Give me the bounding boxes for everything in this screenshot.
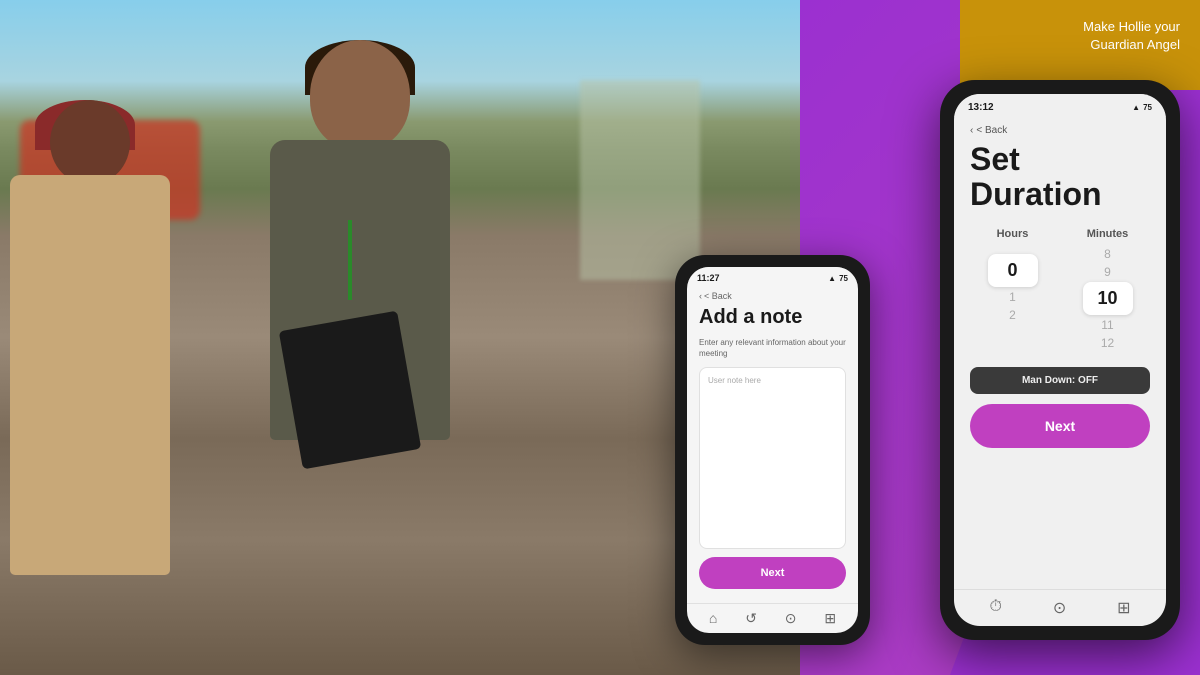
title-line2: Duration	[970, 177, 1150, 212]
minutes-item-below2: 12	[1101, 335, 1114, 351]
wifi-icon: ▲	[828, 274, 836, 283]
woman-figure	[0, 100, 200, 675]
minutes-scroll[interactable]: 8 9 10 11 12	[1083, 246, 1133, 351]
phone1-status-icons: ▲ 75	[828, 274, 848, 283]
hours-column: Hours 0 1 2	[970, 228, 1055, 351]
phone-1-mockup: 11:27 ▲ 75 ‹ < Back Add a note Enter any…	[675, 255, 870, 645]
bg-building	[580, 80, 700, 280]
phone1-description: Enter any relevant information about you…	[699, 337, 846, 359]
wifi-icon-2: ▲	[1132, 103, 1140, 112]
back-label: < Back	[704, 291, 732, 301]
hours-label: Hours	[997, 228, 1029, 240]
tagline-line2: Guardian Angel	[1083, 36, 1180, 54]
back-chevron-icon-2: ‹	[970, 125, 973, 136]
man-head	[310, 40, 410, 150]
title-line1: Set	[970, 142, 1150, 177]
phone1-title: Add a note	[699, 305, 846, 329]
delivery-man-figure	[230, 40, 510, 660]
battery-icon: 75	[839, 274, 848, 283]
tagline-text: Make Hollie your Guardian Angel	[1083, 18, 1180, 54]
home-icon[interactable]: ⌂	[709, 610, 717, 627]
location-icon-2[interactable]: ⊙	[1053, 598, 1066, 618]
phone2-status-bar: 13:12 ▲ 75	[954, 94, 1166, 117]
phone-1-screen: 11:27 ▲ 75 ‹ < Back Add a note Enter any…	[687, 267, 858, 633]
hours-item-below1: 1	[1009, 289, 1016, 305]
expand-icon[interactable]: ⊞	[824, 610, 836, 627]
hours-item-below2: 2	[1009, 307, 1016, 323]
hours-scroll[interactable]: 0 1 2	[988, 246, 1038, 323]
man-lanyard	[348, 220, 352, 300]
hours-selected: 0	[988, 254, 1038, 287]
phone2-back-link[interactable]: ‹ < Back	[970, 125, 1150, 136]
woman-body	[10, 175, 170, 575]
phone2-status-icons: ▲ 75	[1132, 103, 1152, 112]
minutes-column: Minutes 8 9 10 11 12	[1065, 228, 1150, 351]
timer-icon[interactable]: ⏱	[989, 598, 1001, 618]
man-down-badge[interactable]: Man Down: OFF	[970, 367, 1150, 394]
battery-icon-2: 75	[1143, 103, 1152, 112]
expand-icon-2[interactable]: ⊞	[1117, 598, 1130, 618]
phone1-back-link[interactable]: ‹ < Back	[699, 291, 846, 301]
tagline-line1: Make Hollie your	[1083, 18, 1180, 36]
phone2-title: Set Duration	[970, 142, 1150, 212]
phone2-time: 13:12	[968, 102, 994, 113]
phone2-content: ‹ < Back Set Duration Hours 0 1 2	[954, 117, 1166, 589]
minutes-item-above2: 8	[1104, 246, 1111, 262]
minutes-item-above1: 9	[1104, 264, 1111, 280]
textarea-placeholder: User note here	[708, 376, 761, 385]
back-label-2: < Back	[976, 125, 1007, 136]
phone1-nav-bar: ⌂ ↺ ⊙ ⊞	[687, 603, 858, 633]
duration-picker: Hours 0 1 2 Minutes 8 9 10 11	[970, 228, 1150, 351]
phone2-nav-bar: ⏱ ⊙ ⊞	[954, 589, 1166, 626]
phone1-content: ‹ < Back Add a note Enter any relevant i…	[687, 285, 858, 603]
phone1-status-bar: 11:27 ▲ 75	[687, 267, 858, 285]
back-chevron-icon: ‹	[699, 291, 702, 301]
location-icon[interactable]: ⊙	[785, 610, 797, 627]
woman-head	[50, 100, 130, 185]
phone-2-mockup: 13:12 ▲ 75 ‹ < Back Set Duration Hours	[940, 80, 1180, 640]
phone1-time: 11:27	[697, 273, 720, 283]
phone1-next-button[interactable]: Next	[699, 557, 846, 589]
note-textarea[interactable]: User note here	[699, 367, 846, 549]
minutes-label: Minutes	[1087, 228, 1129, 240]
history-icon[interactable]: ↺	[745, 610, 757, 627]
minutes-selected: 10	[1083, 282, 1133, 315]
phone-2-screen: 13:12 ▲ 75 ‹ < Back Set Duration Hours	[954, 94, 1166, 626]
phone2-next-button[interactable]: Next	[970, 404, 1150, 448]
man-clipboard	[279, 311, 421, 470]
minutes-item-below1: 11	[1101, 317, 1113, 333]
